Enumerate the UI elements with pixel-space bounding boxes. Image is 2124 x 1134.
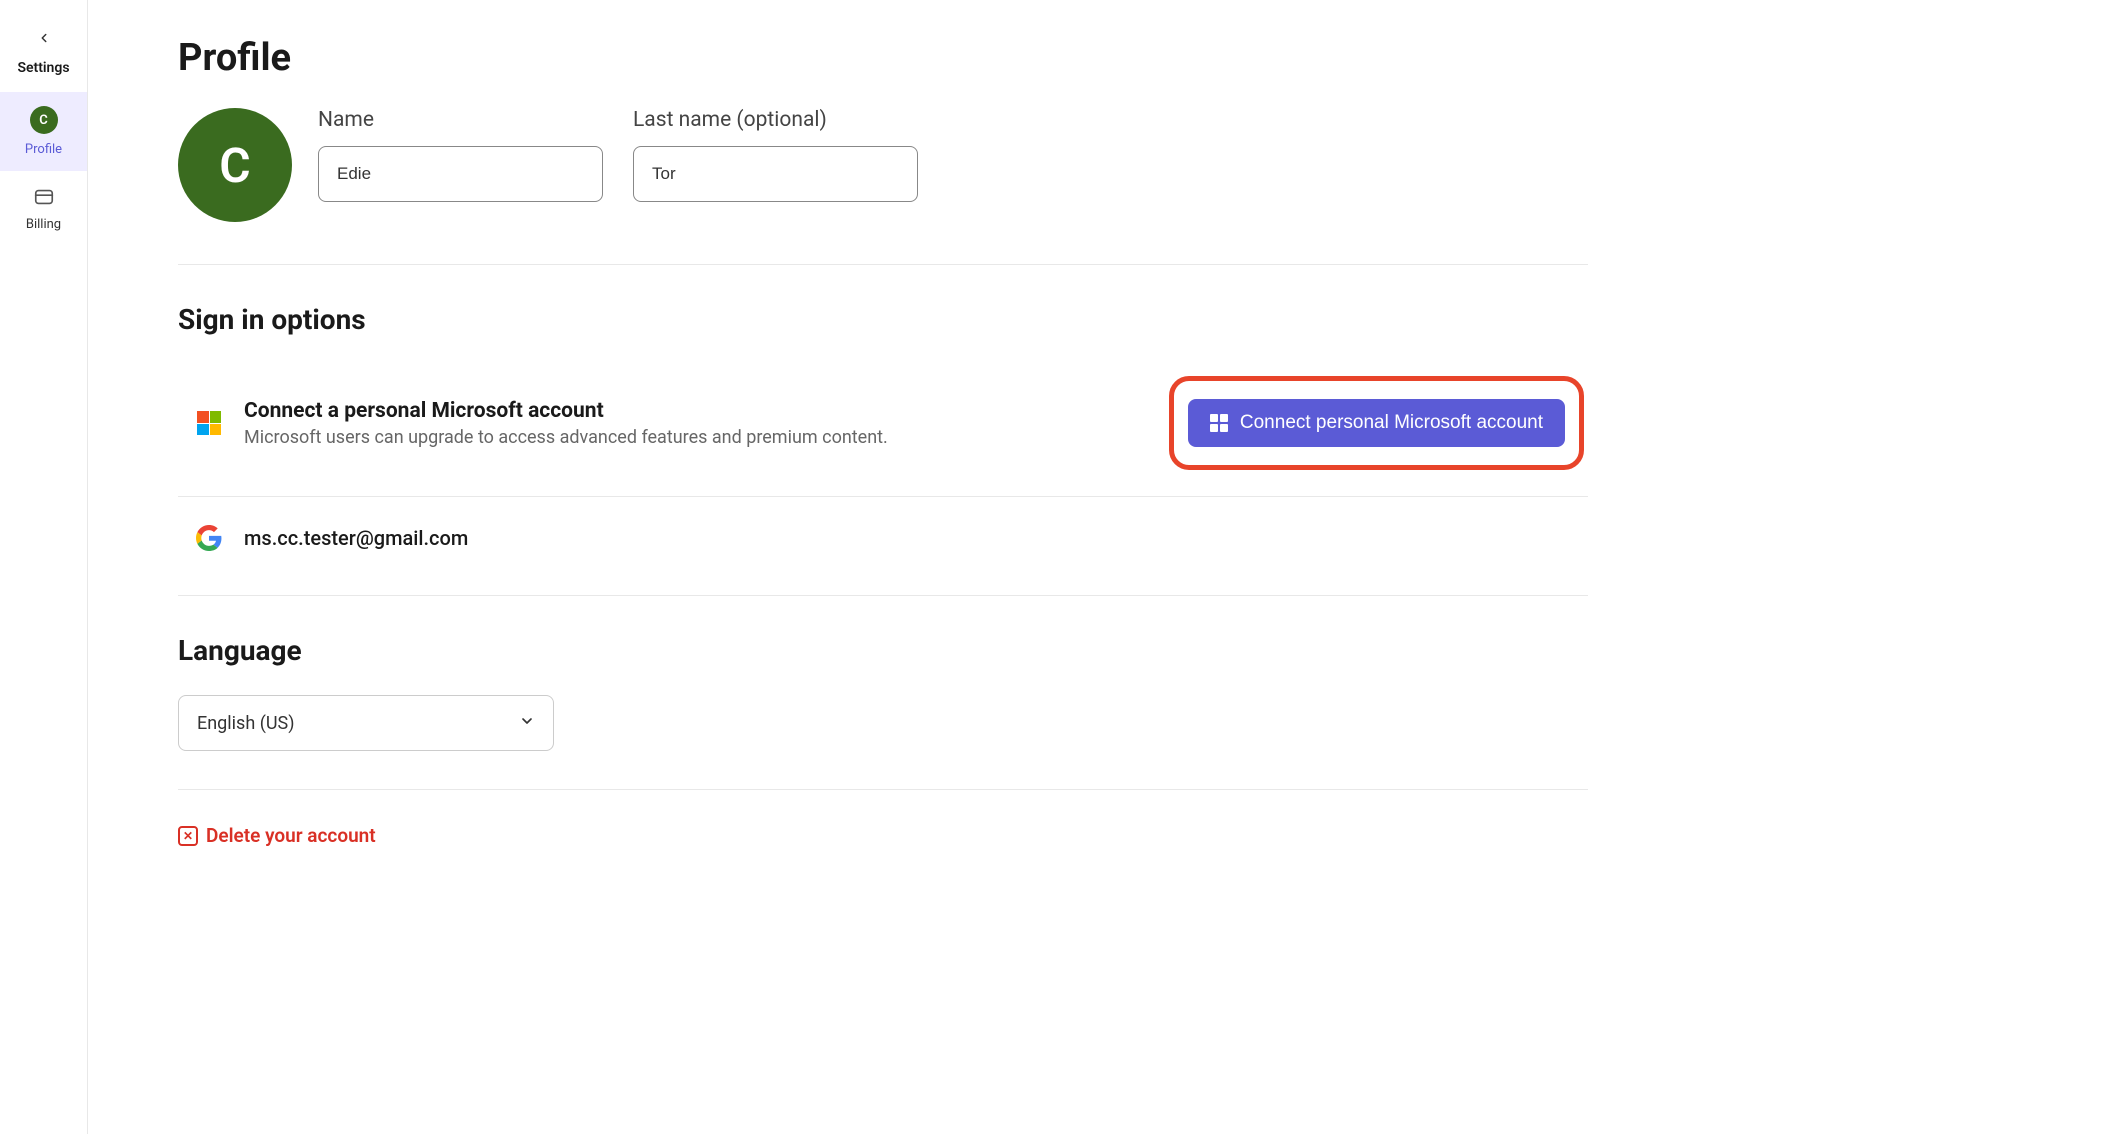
- back-label: Settings: [17, 60, 69, 76]
- sidebar-item-label: Billing: [26, 217, 61, 232]
- last-name-label: Last name (optional): [633, 108, 918, 132]
- back-to-settings-button[interactable]: Settings: [0, 18, 87, 92]
- chevron-down-icon: [519, 713, 535, 733]
- first-name-label: Name: [318, 108, 603, 132]
- name-fields: Name Last name (optional): [318, 108, 918, 202]
- google-email: ms.cc.tester@gmail.com: [244, 526, 468, 550]
- language-select[interactable]: English (US): [178, 695, 554, 751]
- signin-microsoft-subtitle: Microsoft users can upgrade to access ad…: [244, 427, 1147, 448]
- wallet-icon: [32, 185, 56, 209]
- signin-microsoft-row: Connect a personal Microsoft account Mic…: [178, 364, 1588, 497]
- first-name-input[interactable]: [318, 146, 603, 202]
- sidebar-item-profile[interactable]: C Profile: [0, 92, 87, 171]
- signin-microsoft-text: Connect a personal Microsoft account Mic…: [244, 399, 1147, 448]
- signin-microsoft-title: Connect a personal Microsoft account: [244, 399, 1147, 423]
- language-section-title: Language: [178, 634, 1588, 667]
- delete-icon: ✕: [178, 826, 198, 846]
- last-name-group: Last name (optional): [633, 108, 918, 202]
- language-section: Language English (US): [178, 634, 1588, 790]
- profile-avatar[interactable]: C: [178, 108, 292, 222]
- profile-section: C Name Last name (optional): [178, 108, 1588, 265]
- connect-microsoft-button[interactable]: Connect personal Microsoft account: [1188, 399, 1565, 447]
- signin-section-title: Sign in options: [178, 303, 1588, 336]
- google-icon: [196, 525, 222, 551]
- delete-account-button[interactable]: ✕ Delete your account: [178, 790, 1588, 847]
- chevron-left-icon: [37, 26, 51, 50]
- avatar-icon: C: [30, 106, 58, 134]
- first-name-group: Name: [318, 108, 603, 202]
- signin-google-row: ms.cc.tester@gmail.com: [178, 497, 1588, 596]
- delete-account-label: Delete your account: [206, 824, 376, 847]
- language-selected-value: English (US): [197, 713, 295, 734]
- microsoft-icon: [1210, 414, 1228, 432]
- highlight-annotation: Connect personal Microsoft account: [1169, 376, 1584, 470]
- page-title: Profile: [178, 36, 1588, 80]
- main-content: Profile C Name Last name (optional) Sign…: [88, 0, 1588, 1134]
- connect-button-label: Connect personal Microsoft account: [1240, 412, 1543, 434]
- last-name-input[interactable]: [633, 146, 918, 202]
- sidebar: Settings C Profile Billing: [0, 0, 88, 1134]
- sidebar-item-label: Profile: [25, 142, 62, 157]
- microsoft-icon: [196, 410, 222, 436]
- sidebar-item-billing[interactable]: Billing: [0, 171, 87, 246]
